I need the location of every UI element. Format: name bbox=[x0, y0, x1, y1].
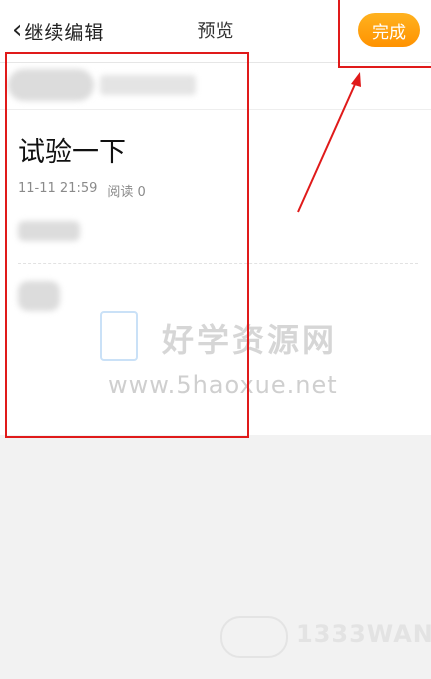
read-count: 阅读 0 bbox=[107, 185, 146, 200]
article-title: 试验一下 bbox=[18, 137, 126, 168]
author-row bbox=[0, 63, 431, 110]
watermark-url: www.5haoxue.net bbox=[108, 371, 338, 399]
book-icon bbox=[100, 311, 138, 361]
footer-watermark: 1333WAN bbox=[220, 612, 431, 662]
blurred-content-line bbox=[18, 221, 80, 241]
site-watermark: 好学资源网 www.5haoxue.net bbox=[100, 311, 360, 411]
cat-logo-icon bbox=[220, 616, 288, 658]
top-bar: ‹ 继续编辑 预览 完成 bbox=[0, 0, 431, 63]
footer-watermark-text: 1333WAN bbox=[296, 620, 431, 648]
preview-content: 试验一下 11-11 21:59 阅读 0 好学资源网 www.5haoxue.… bbox=[0, 63, 431, 435]
avatar bbox=[8, 69, 94, 101]
content-divider bbox=[18, 263, 418, 264]
author-name-blurred bbox=[100, 75, 196, 95]
watermark-name: 好学资源网 bbox=[162, 321, 338, 359]
blurred-content-block bbox=[18, 281, 60, 311]
done-button[interactable]: 完成 bbox=[358, 13, 420, 47]
article-timestamp: 11-11 21:59 bbox=[18, 181, 98, 196]
article-meta: 11-11 21:59 阅读 0 bbox=[18, 181, 146, 200]
